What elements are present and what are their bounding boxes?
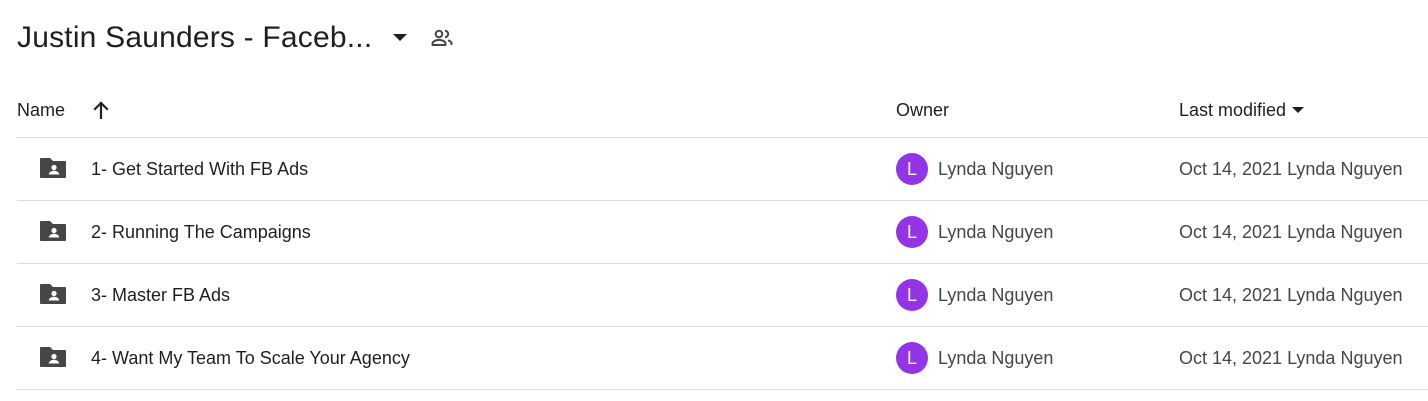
shared-folder-icon [39, 156, 67, 185]
last-modified: Oct 14, 2021 Lynda Nguyen [1179, 285, 1403, 305]
shared-folder-icon [39, 219, 67, 248]
avatar: L [896, 153, 928, 185]
owner-name: Lynda Nguyen [938, 222, 1054, 242]
last-modified: Oct 14, 2021 Lynda Nguyen [1179, 159, 1403, 179]
owner-name: Lynda Nguyen [938, 159, 1054, 179]
row-divider [17, 389, 1428, 390]
people-outline-icon [431, 29, 453, 46]
folder-name[interactable]: 1- Get Started With FB Ads [91, 138, 308, 200]
avatar: L [896, 216, 928, 248]
folder-name[interactable]: 4- Want My Team To Scale Your Agency [91, 327, 410, 389]
shared-folder-icon [39, 282, 67, 311]
folder-header: Justin Saunders - Faceb... [17, 16, 460, 60]
avatar: L [896, 342, 928, 374]
arrow-upward-icon [93, 101, 109, 119]
arrow-drop-down-icon [1292, 106, 1305, 113]
folder-title[interactable]: Justin Saunders - Faceb... [17, 21, 372, 55]
column-header-last-modified[interactable]: Last modified [1179, 90, 1305, 130]
column-header-name[interactable]: Name [17, 90, 109, 130]
last-modified: Oct 14, 2021 Lynda Nguyen [1179, 222, 1403, 242]
owner-name: Lynda Nguyen [938, 285, 1054, 305]
sort-direction-button[interactable] [93, 101, 109, 119]
last-modified: Oct 14, 2021 Lynda Nguyen [1179, 348, 1403, 368]
sort-field-menu-button[interactable] [1292, 106, 1305, 114]
avatar: L [896, 279, 928, 311]
folder-row[interactable]: 1- Get Started With FB Ads L Lynda Nguye… [17, 138, 1428, 200]
folder-menu-button[interactable] [386, 24, 414, 52]
column-last-modified-label: Last modified [1179, 99, 1287, 120]
owner-name: Lynda Nguyen [938, 348, 1054, 368]
arrow-drop-down-icon [393, 34, 408, 41]
shared-with-button[interactable] [424, 20, 460, 56]
folder-name[interactable]: 2- Running The Campaigns [91, 201, 311, 263]
column-name-label: Name [17, 99, 66, 120]
folder-row[interactable]: 2- Running The Campaigns L Lynda Nguyen … [17, 201, 1428, 263]
folder-row[interactable]: 3- Master FB Ads L Lynda Nguyen Oct 14, … [17, 264, 1428, 326]
folder-row[interactable]: 4- Want My Team To Scale Your Agency L L… [17, 327, 1428, 389]
column-owner-label: Owner [896, 99, 950, 120]
folder-name[interactable]: 3- Master FB Ads [91, 264, 230, 326]
shared-folder-icon [39, 345, 67, 374]
column-header-owner[interactable]: Owner [896, 90, 949, 130]
